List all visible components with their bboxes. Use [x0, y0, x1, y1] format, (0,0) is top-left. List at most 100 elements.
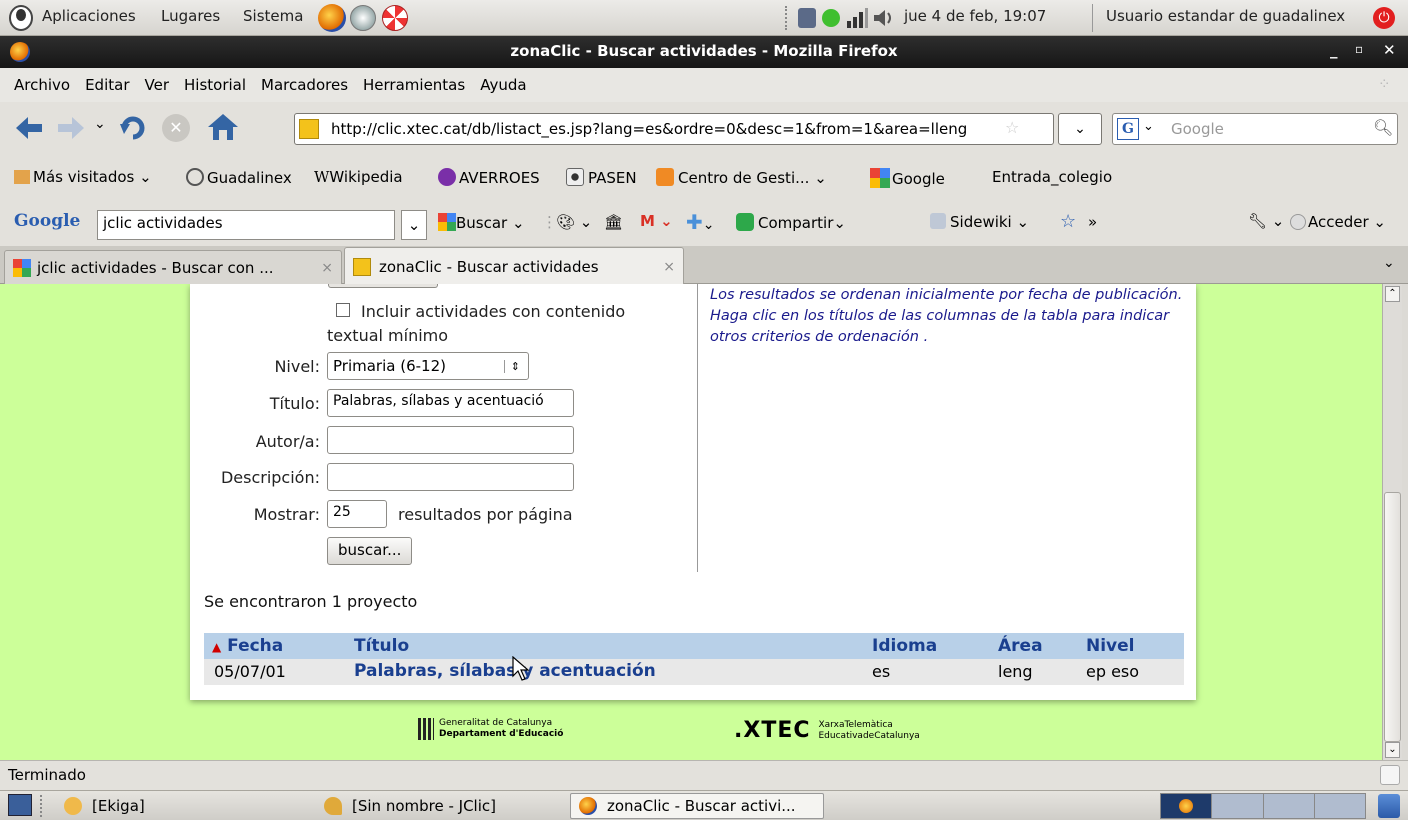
titulo-input[interactable]: Palabras, sílabas y acentuació	[327, 389, 574, 417]
google-toolbar-compartir-button[interactable]: Compartir⌄	[736, 213, 846, 232]
column-header-nivel[interactable]: Nivel	[1086, 636, 1135, 656]
menu-sistema[interactable]: Sistema	[243, 7, 303, 25]
evolution-launcher-icon[interactable]	[350, 5, 376, 31]
google-search-engine-icon[interactable]: G	[1117, 118, 1139, 140]
bookmark-centro-gestion[interactable]: Centro de Gesti... ⌄	[656, 168, 827, 187]
xtec-wordmark: .XTEC	[734, 718, 811, 743]
bookmark-mas-visitados[interactable]: Más visitados ⌄	[14, 168, 152, 186]
workspace-switcher[interactable]	[1160, 793, 1366, 819]
address-bar[interactable]: http://clic.xtec.cat/db/listact_es.jsp?l…	[294, 113, 1054, 145]
results-summary: Se encontraron 1 proyecto	[204, 592, 418, 611]
tab-list-dropdown-icon[interactable]: ⌄	[1383, 255, 1395, 271]
forward-arrow-icon[interactable]	[56, 114, 86, 142]
signal-icon[interactable]	[846, 7, 868, 29]
bookmark-star-icon[interactable]: ☆	[1005, 118, 1019, 137]
power-icon[interactable]: ⏻	[1373, 7, 1395, 29]
xtec-logo[interactable]: .XTEC XarxaTelemàtica EducativadeCatalun…	[734, 718, 920, 743]
menu-ver[interactable]: Ver	[145, 76, 170, 94]
workspace-3[interactable]	[1264, 794, 1315, 818]
taskbar-jclic[interactable]: [Sin nombre - JClic]	[316, 793, 566, 819]
menu-herramientas[interactable]: Herramientas	[363, 76, 465, 94]
close-tab-icon[interactable]: ⨯	[321, 260, 333, 276]
firefox-launcher-icon[interactable]	[318, 4, 346, 32]
google-toolbar-buscar-button[interactable]: Buscar ⌄	[438, 213, 525, 232]
buscar-button[interactable]: buscar...	[327, 537, 413, 565]
descripcion-input[interactable]	[327, 463, 574, 491]
history-dropdown-icon[interactable]: ⌄	[94, 116, 106, 132]
bookmark-wikipedia[interactable]: WWikipedia	[314, 168, 403, 186]
google-toolbar-buscar-label: Buscar	[456, 214, 508, 232]
show-desktop-icon[interactable]	[8, 794, 32, 816]
url-dropdown-button[interactable]: ⌄	[1058, 113, 1102, 145]
scroll-thumb[interactable]	[1384, 492, 1401, 742]
bookmark-averroes[interactable]: AVERROES	[438, 168, 540, 187]
workspace-4[interactable]	[1315, 794, 1365, 818]
vertical-scrollbar[interactable]: ⌃ ⌄	[1382, 284, 1402, 760]
close-tab-icon[interactable]: ⨯	[663, 259, 675, 275]
menu-ayuda[interactable]: Ayuda	[480, 76, 526, 94]
stop-icon[interactable]: ✕	[162, 114, 190, 142]
scroll-down-icon[interactable]: ⌄	[1385, 742, 1400, 758]
results-table-header: ▲ Fecha Título Idioma Área Nivel	[204, 633, 1184, 659]
close-window-icon[interactable]: ✕	[1383, 41, 1396, 59]
statusbar-addon-icon[interactable]	[1380, 765, 1400, 785]
autor-input[interactable]	[327, 426, 574, 454]
bookmark-guadalinex[interactable]: Guadalinex	[186, 168, 292, 187]
google-toolbar-logo[interactable]: Google	[14, 211, 80, 231]
workspace-2[interactable]	[1212, 794, 1264, 818]
scroll-up-icon[interactable]: ⌃	[1385, 286, 1400, 302]
bank-icon[interactable]: 🏛︎	[604, 213, 623, 231]
column-header-idioma[interactable]: Idioma	[872, 636, 937, 656]
pagerank-icon[interactable]: 🎨︎ ⌄	[556, 213, 592, 231]
google-toolbar-more[interactable]: »	[1088, 213, 1097, 231]
mostrar-input[interactable]: 25	[327, 500, 387, 528]
menu-aplicaciones[interactable]: Aplicaciones	[42, 7, 136, 25]
bookmark-google[interactable]: Google	[870, 168, 945, 188]
column-header-area[interactable]: Área	[998, 636, 1043, 656]
bookmark-entrada-colegio[interactable]: Entrada_colegio	[992, 168, 1112, 186]
minimize-icon[interactable]: _	[1330, 41, 1338, 59]
column-header-fecha[interactable]: ▲ Fecha	[212, 636, 283, 656]
taskbar-ekiga[interactable]: [Ekiga]	[56, 793, 306, 819]
google-toolbar-acceder-button[interactable]: Acceder ⌄	[1290, 213, 1386, 231]
menu-lugares[interactable]: Lugares	[161, 7, 220, 25]
user-menu[interactable]: Usuario estandar de guadalinex	[1106, 7, 1345, 25]
engine-dropdown-icon[interactable]: ⌄	[1143, 119, 1154, 134]
tab-zonaclic[interactable]: zonaClic - Buscar actividades ⨯	[344, 247, 684, 285]
gmail-icon[interactable]: M ⌄	[640, 212, 673, 230]
trash-icon[interactable]	[1378, 794, 1400, 818]
menu-editar[interactable]: Editar	[85, 76, 129, 94]
gencat-logo[interactable]: Generalitat de Catalunya Departament d'E…	[418, 718, 563, 740]
search-bar[interactable]: G ⌄ Google 🔍︎	[1112, 113, 1398, 145]
plus-icon[interactable]: ✚⌄	[686, 210, 715, 234]
search-magnifier-icon[interactable]: 🔍︎	[1373, 118, 1393, 137]
volume-icon[interactable]	[872, 7, 896, 29]
bookmark-pasen[interactable]: PASEN	[566, 168, 637, 187]
reload-icon[interactable]	[118, 114, 148, 142]
google-toolbar-dropdown-button[interactable]: ⌄	[401, 210, 427, 240]
network-icon[interactable]	[798, 8, 816, 28]
window-titlebar[interactable]: zonaClic - Buscar actividades - Mozilla …	[0, 36, 1408, 68]
column-header-titulo[interactable]: Título	[354, 636, 409, 656]
maximize-icon[interactable]: ▫	[1355, 42, 1363, 56]
gnome-foot-icon[interactable]	[8, 4, 34, 32]
menu-archivo[interactable]: Archivo	[14, 76, 70, 94]
taskbar-firefox[interactable]: zonaClic - Buscar activi...	[570, 793, 824, 819]
nivel-select[interactable]: Primaria (6-12) ⇕	[327, 352, 529, 380]
wrench-icon[interactable]: 🔧︎ ⌄	[1248, 212, 1284, 230]
home-icon[interactable]	[206, 112, 240, 142]
star-bookmark-icon[interactable]: ☆	[1060, 211, 1076, 232]
clock[interactable]: jue 4 de feb, 19:07	[904, 7, 1046, 25]
google-toolbar-search-input[interactable]: jclic actividades	[97, 210, 395, 240]
row-nivel: ep eso	[1086, 662, 1140, 681]
menu-marcadores[interactable]: Marcadores	[261, 76, 348, 94]
google-toolbar-sidewiki-button[interactable]: Sidewiki ⌄	[930, 213, 1029, 231]
row-titulo-link[interactable]: Palabras, sílabas y acentuación	[354, 661, 656, 681]
tab-jclic-search[interactable]: jclic actividades - Buscar con ... ⨯	[4, 250, 342, 284]
status-green-icon[interactable]	[822, 9, 840, 27]
help-launcher-icon[interactable]	[382, 5, 408, 31]
back-arrow-icon[interactable]	[14, 114, 44, 142]
workspace-1[interactable]	[1161, 794, 1213, 818]
menu-historial[interactable]: Historial	[184, 76, 246, 94]
contenido-textual-label: Incluir actividades con contenido textua…	[327, 302, 626, 345]
